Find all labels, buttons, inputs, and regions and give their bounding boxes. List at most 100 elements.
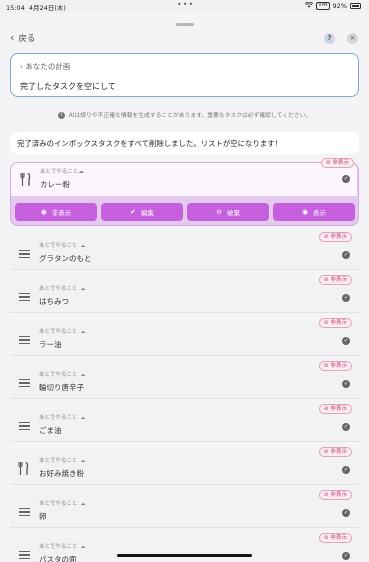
task-title: カレー粉 (40, 180, 70, 189)
plan-title[interactable]: › あなたの計画 (20, 61, 70, 72)
check-circle-icon[interactable]: ✓ (342, 466, 350, 474)
list-icon (19, 293, 30, 302)
list-icon (19, 551, 30, 560)
fork-knife-icon (20, 173, 31, 186)
cloud-icon: ☁ (80, 544, 86, 550)
check-circle-icon[interactable]: ✓ (342, 423, 350, 431)
cloud-icon: ☁ (80, 415, 86, 421)
list-icon (19, 508, 30, 517)
task-title: ラー油 (39, 340, 62, 349)
edit-button[interactable]: ✔ 編集 (101, 203, 183, 221)
task-row[interactable]: あとでやること ☁ パスタの面 ✓ ⊘ 非表示 (10, 533, 359, 562)
back-label: 戻る (18, 34, 36, 44)
task-category: あとでやること☁ (39, 243, 86, 249)
cloud-icon: ☁ (80, 286, 86, 292)
close-button[interactable]: × (347, 33, 358, 44)
hidden-badge[interactable]: ⊘ 非表示 (318, 361, 352, 371)
list-icon (19, 422, 30, 431)
hidden-badge[interactable]: ⊘ 非表示 (318, 232, 352, 242)
task-row[interactable]: あとでやること ☁ グラタンのもと ✓ ⊘ 非表示 (10, 232, 359, 270)
task-row[interactable]: あとでやること ☁ ごま油 ✓ ⊘ 非表示 (10, 404, 359, 442)
task-title: はちみつ (39, 297, 69, 306)
plan-input-box[interactable]: › あなたの計画 完了したタスクを空にして (10, 53, 359, 97)
check-circle-icon[interactable]: ✓ (342, 509, 350, 517)
cloud-icon: ☁ (80, 372, 86, 378)
eye-slash-icon: ⊘ (323, 234, 329, 240)
cloud-icon: ☁ (78, 169, 84, 175)
status-right: VPN 92% (305, 1, 361, 10)
task-category: あとでやること☁ (39, 286, 86, 292)
eye-slash-icon: ⊘ (323, 449, 329, 455)
task-row[interactable]: あとでやること ☁ 卵 ✓ ⊘ 非表示 (10, 490, 359, 528)
multitask-dots[interactable]: ••• (177, 0, 194, 9)
battery-percent: 92% (332, 2, 347, 10)
hidden-badge[interactable]: ⊘ 非表示 (320, 158, 354, 168)
list-icon (19, 250, 30, 259)
hidden-badge[interactable]: ⊘ 非表示 (318, 533, 352, 543)
home-indicator (117, 554, 252, 557)
task-row[interactable]: あとでやること ☁ 輪切り唐辛子 ✓ ⊘ 非表示 (10, 361, 359, 399)
check-circle-icon[interactable]: ✓ (342, 251, 350, 259)
task-category: あとでやること☁ (39, 415, 86, 421)
check-circle-icon[interactable]: ✓ (342, 380, 350, 388)
eye-slash-icon: ⊘ (323, 320, 329, 326)
hidden-badge[interactable]: ⊘ 非表示 (318, 275, 352, 285)
check-circle-icon[interactable]: ✓ (342, 175, 350, 183)
chevron-right-icon: › (20, 62, 23, 71)
task-title: グラタンのもと (39, 254, 92, 263)
cloud-icon: ☁ (80, 458, 86, 464)
status-time: 15:04 4月24日(木) (6, 4, 66, 12)
eye-slash-icon: ◉ (40, 207, 47, 216)
task-category: あとでやること☁ (39, 458, 86, 464)
task-category: あとでやること☁ (39, 329, 86, 335)
selected-task-header[interactable]: あとでやること☁ カレー粉 ✓ (11, 163, 357, 196)
eye-slash-icon: ⊘ (325, 160, 331, 166)
list-icon (19, 379, 30, 388)
check-circle-icon[interactable]: ✓ (342, 294, 350, 302)
cloud-icon: ☁ (80, 501, 86, 507)
hidden-badge[interactable]: ⊘ 非表示 (318, 318, 352, 328)
eye-icon: ◉ (301, 207, 309, 216)
chevron-left-icon: ‹ (10, 31, 15, 44)
info-icon: i (57, 112, 65, 119)
sheet-grabber[interactable] (176, 23, 194, 26)
fork-knife-icon (18, 462, 29, 475)
eye-slash-icon: ⊘ (323, 277, 329, 283)
task-title: 卵 (39, 512, 47, 521)
task-row[interactable]: あとでやること ☁ ラー油 ✓ ⊘ 非表示 (10, 318, 359, 356)
cloud-icon: ☁ (80, 329, 86, 335)
help-button[interactable]: ? (324, 33, 335, 44)
task-title: パスタの面 (39, 555, 77, 562)
hide-button[interactable]: ◉ 非表示 (15, 203, 97, 221)
task-title: ごま油 (39, 426, 62, 435)
assistant-message: 完了済みのインボックスタスクをすべて削除しました。リストが空になります！ (10, 132, 359, 154)
hidden-badge[interactable]: ⊘ 非表示 (318, 490, 352, 500)
plan-input[interactable]: 完了したタスクを空にして (20, 81, 116, 92)
wifi-icon (305, 1, 314, 10)
discard-button[interactable]: ⊖ 破棄 (187, 203, 269, 221)
selected-task-card[interactable]: あとでやること☁ カレー粉 ✓ ⊘ 非表示 ◉ 非表示 ✔ 編集 ⊖ 破棄 ◉ 表示 (10, 158, 359, 226)
list-icon (19, 336, 30, 345)
back-button[interactable]: ‹ 戻る (10, 32, 35, 44)
eye-slash-icon: ⊘ (323, 363, 329, 369)
remove-circle-icon: ⊖ (216, 207, 222, 216)
task-category: あとでやること☁ (39, 501, 86, 507)
task-category: あとでやること☁ (39, 544, 86, 550)
eye-slash-icon: ⊘ (323, 535, 329, 541)
task-title: お好み焼き粉 (39, 469, 84, 478)
task-row[interactable]: あとでやること ☁ はちみつ ✓ ⊘ 非表示 (10, 275, 359, 313)
vpn-badge: VPN (316, 2, 330, 10)
cloud-icon: ☁ (80, 243, 86, 249)
check-circle-icon: ✔ (130, 207, 136, 216)
hidden-badge[interactable]: ⊘ 非表示 (318, 404, 352, 414)
action-bar: ◉ 非表示 ✔ 編集 ⊖ 破棄 ◉ 表示 (15, 203, 355, 221)
task-title: 輪切り唐辛子 (39, 383, 84, 392)
task-row[interactable]: あとでやること ☁ お好み焼き粉 ✓ ⊘ 非表示 (10, 447, 359, 485)
eye-slash-icon: ⊘ (323, 406, 329, 412)
eye-slash-icon: ⊘ (323, 492, 329, 498)
show-button[interactable]: ◉ 表示 (273, 203, 355, 221)
hidden-badge[interactable]: ⊘ 非表示 (318, 447, 352, 457)
status-bar: 15:04 4月24日(木) ••• VPN 92% (0, 0, 369, 13)
check-circle-icon[interactable]: ✓ (342, 337, 350, 345)
check-circle-icon[interactable]: ✓ (342, 552, 350, 560)
